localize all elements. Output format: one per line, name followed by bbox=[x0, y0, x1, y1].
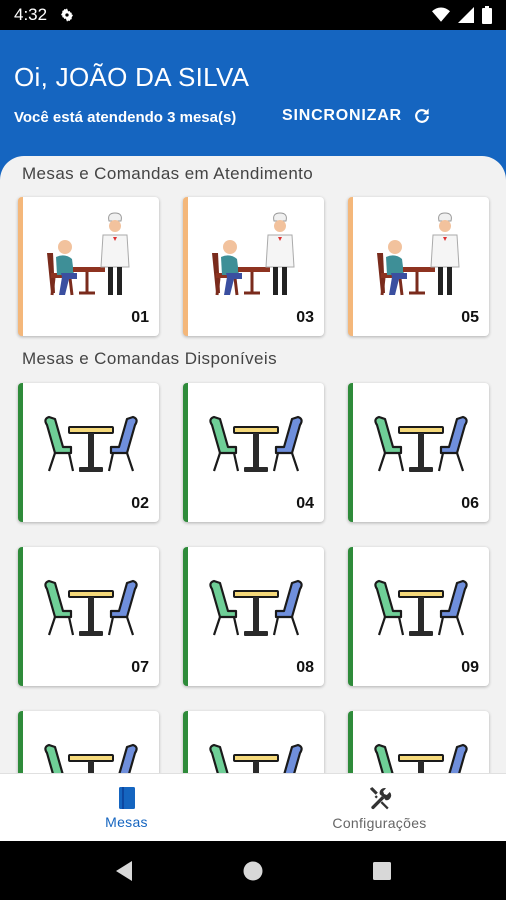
section-title-in-service: Mesas e Comandas em Atendimento bbox=[22, 164, 314, 183]
table-card-available[interactable]: 06 bbox=[348, 383, 489, 522]
wifi-icon bbox=[432, 7, 450, 22]
tables-content[interactable]: Mesas e Comandas em Atendimento 01 03 05… bbox=[0, 156, 506, 773]
table-card-available[interactable] bbox=[18, 711, 159, 773]
waiter-serving-customer-icon bbox=[212, 212, 295, 296]
table-number: 01 bbox=[131, 309, 149, 326]
book-icon bbox=[118, 786, 135, 809]
nav-tab-configuracoes[interactable]: Configurações bbox=[253, 774, 506, 841]
table-number: 06 bbox=[461, 495, 479, 512]
home-circle-icon[interactable] bbox=[242, 860, 264, 882]
table-chairs-icon bbox=[209, 415, 303, 472]
in-service-grid: 01 03 05 bbox=[18, 197, 490, 336]
status-time: 4:32 bbox=[14, 5, 48, 24]
sync-button[interactable]: SINCRONIZAR bbox=[282, 106, 432, 126]
tools-icon bbox=[369, 786, 391, 809]
table-number: 03 bbox=[296, 309, 314, 326]
table-card-available[interactable] bbox=[183, 711, 324, 773]
refresh-icon bbox=[415, 108, 429, 123]
nav-tab-mesas-label: Mesas bbox=[105, 813, 148, 830]
battery-icon bbox=[482, 6, 492, 24]
status-bar: 4:32 bbox=[0, 0, 506, 30]
attending-count-text: Você está atendendo 3 mesa(s) bbox=[14, 109, 237, 126]
table-card-available[interactable]: 07 bbox=[18, 547, 159, 686]
table-number: 07 bbox=[131, 659, 149, 676]
table-card-available[interactable]: 04 bbox=[183, 383, 324, 522]
table-chairs-icon bbox=[44, 415, 138, 472]
table-card-available[interactable]: 08 bbox=[183, 547, 324, 686]
app-header: Oi, JOÃO DA SILVA Você está atendendo 3 … bbox=[0, 30, 506, 170]
section-title-available: Mesas e Comandas Disponíveis bbox=[22, 349, 277, 368]
sync-label: SINCRONIZAR bbox=[282, 107, 402, 124]
table-number: 09 bbox=[461, 659, 479, 676]
waiter-serving-customer-icon bbox=[47, 212, 130, 296]
settings-gear-icon bbox=[61, 8, 74, 22]
table-card-available[interactable]: 09 bbox=[348, 547, 489, 686]
table-card-available[interactable]: 02 bbox=[18, 383, 159, 522]
table-card-available[interactable] bbox=[348, 711, 489, 773]
table-card-in-service[interactable]: 03 bbox=[183, 197, 324, 336]
table-chairs-icon bbox=[44, 579, 138, 636]
table-chairs-icon bbox=[374, 415, 468, 472]
table-chairs-icon bbox=[374, 579, 468, 636]
table-number: 05 bbox=[461, 309, 479, 326]
table-card-in-service[interactable]: 05 bbox=[348, 197, 489, 336]
table-chairs-icon bbox=[209, 579, 303, 636]
bottom-navigation: Mesas Configurações bbox=[0, 773, 506, 841]
table-number: 08 bbox=[296, 659, 314, 676]
nav-tab-mesas[interactable]: Mesas bbox=[0, 774, 253, 841]
back-triangle-icon[interactable] bbox=[114, 860, 134, 882]
table-card-in-service[interactable]: 01 bbox=[18, 197, 159, 336]
table-number: 02 bbox=[131, 495, 149, 512]
system-navigation-bar bbox=[0, 841, 506, 900]
greeting-title: Oi, JOÃO DA SILVA bbox=[14, 62, 250, 92]
available-grid: 02 04 06 07 08 09 bbox=[18, 383, 490, 773]
recents-square-icon[interactable] bbox=[372, 861, 392, 881]
waiter-serving-customer-icon bbox=[377, 212, 460, 296]
table-chairs-icon bbox=[44, 743, 138, 773]
signal-icon bbox=[458, 7, 474, 23]
table-number: 04 bbox=[296, 495, 314, 512]
table-chairs-icon bbox=[209, 743, 303, 773]
table-chairs-icon bbox=[374, 743, 468, 773]
nav-tab-configuracoes-label: Configurações bbox=[332, 814, 427, 831]
